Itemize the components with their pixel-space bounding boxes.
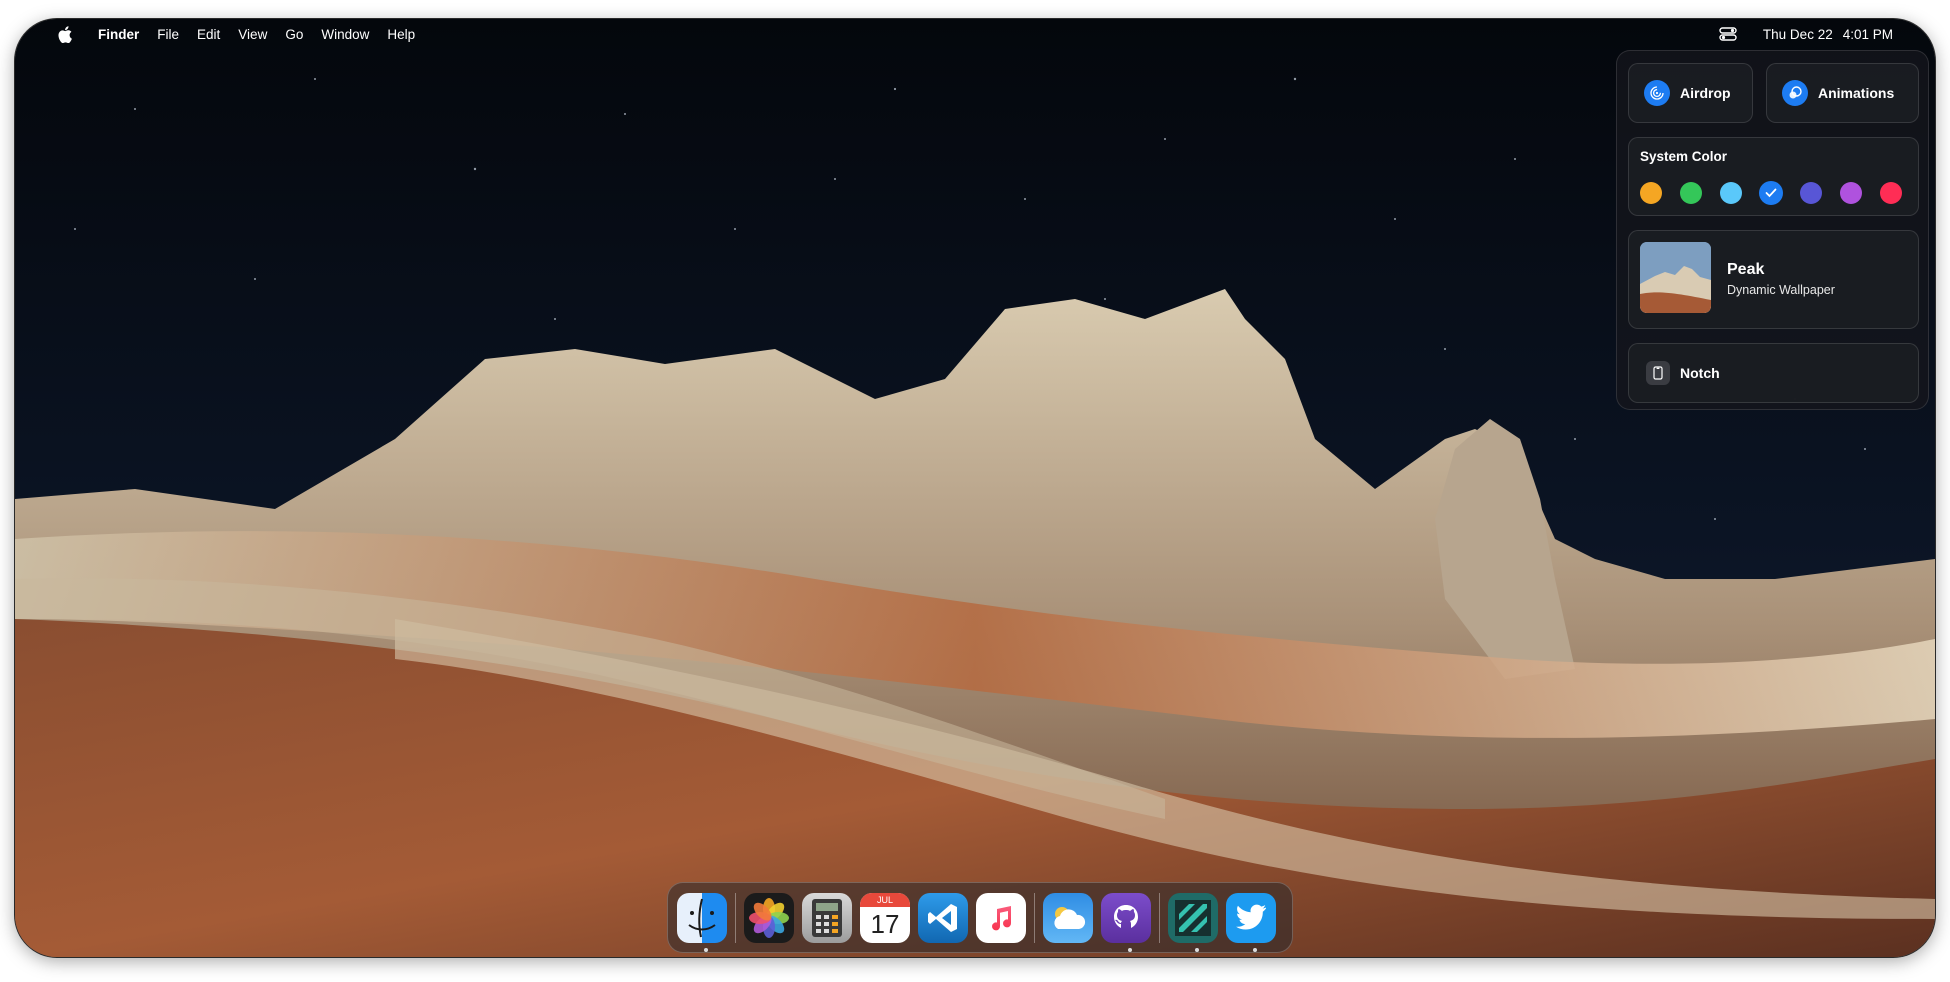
vscode-icon	[918, 892, 968, 943]
control-center-icon[interactable]	[1717, 25, 1739, 43]
github-icon	[1101, 892, 1151, 943]
airdrop-label: Airdrop	[1680, 85, 1731, 101]
music-icon	[976, 892, 1026, 943]
checkmark-icon	[1765, 188, 1777, 198]
finder-icon	[677, 892, 727, 943]
color-swatch-purple[interactable]	[1840, 182, 1862, 204]
wallpaper-tile[interactable]: Peak Dynamic Wallpaper	[1628, 230, 1919, 329]
color-swatch-indigo[interactable]	[1800, 182, 1822, 204]
menu-bar: Finder File Edit View Go Window Help Thu…	[15, 19, 1935, 49]
animations-tile[interactable]: Animations	[1766, 63, 1919, 123]
wallpaper-name: Peak	[1727, 261, 1765, 278]
dock-item-twitter[interactable]	[1226, 892, 1284, 952]
menu-window[interactable]: Window	[321, 27, 369, 42]
menubar-time[interactable]: 4:01 PM	[1843, 27, 1893, 42]
color-swatch-green[interactable]	[1680, 182, 1702, 204]
running-indicator	[1253, 947, 1257, 952]
weather-icon	[1043, 892, 1093, 943]
dock-item-music[interactable]	[976, 892, 1034, 943]
menu-go[interactable]: Go	[285, 27, 303, 42]
color-swatches	[1640, 182, 1902, 204]
running-indicator	[1128, 947, 1132, 952]
app-stripes-icon	[1168, 892, 1218, 943]
wallpaper-thumbnail	[1640, 242, 1711, 313]
desktop-screen: Finder File Edit View Go Window Help Thu…	[15, 19, 1935, 957]
twitter-icon	[1226, 892, 1276, 943]
notch-label: Notch	[1680, 365, 1720, 381]
menu-app-name[interactable]: Finder	[98, 27, 139, 42]
apple-icon[interactable]	[58, 25, 74, 43]
animations-label: Animations	[1818, 85, 1895, 101]
notch-tile[interactable]: Notch	[1628, 343, 1919, 403]
dock-item-app[interactable]	[1168, 892, 1226, 952]
running-indicator	[704, 947, 708, 952]
menubar-status-area: Thu Dec 22 4:01 PM	[1717, 19, 1893, 49]
dock-item-finder[interactable]	[677, 892, 735, 952]
dock-item-github[interactable]	[1101, 892, 1159, 952]
phone-icon	[1646, 361, 1670, 385]
calendar-month: JUL	[860, 892, 910, 907]
color-swatch-cyan[interactable]	[1720, 182, 1742, 204]
animations-icon	[1782, 80, 1808, 106]
calendar-icon: JUL 17	[860, 892, 910, 943]
menu-edit[interactable]: Edit	[197, 27, 220, 42]
menu-help[interactable]: Help	[387, 27, 415, 42]
menu-view[interactable]: View	[238, 27, 267, 42]
dock-separator	[1034, 892, 1035, 943]
calculator-icon	[802, 892, 852, 943]
dock-item-calendar[interactable]: JUL 17	[860, 892, 918, 943]
dock: JUL 17	[667, 882, 1293, 953]
system-color-title: System Color	[1640, 149, 1728, 164]
system-color-tile: System Color	[1628, 137, 1919, 216]
running-indicator	[1195, 947, 1199, 952]
dock-item-weather[interactable]	[1043, 892, 1101, 943]
photos-icon	[744, 892, 794, 943]
dock-item-calculator[interactable]	[802, 892, 860, 943]
menu-file[interactable]: File	[157, 27, 179, 42]
dock-item-vscode[interactable]	[918, 892, 976, 943]
calendar-day: 17	[870, 908, 900, 939]
dock-separator	[1159, 892, 1160, 943]
dock-item-photos[interactable]	[744, 892, 802, 943]
airdrop-tile[interactable]: Airdrop	[1628, 63, 1753, 123]
dock-separator	[735, 892, 736, 943]
color-swatch-orange[interactable]	[1640, 182, 1662, 204]
color-swatch-blue[interactable]	[1760, 182, 1782, 204]
control-center-panel: Airdrop Animations System Color Peak Dyn…	[1616, 50, 1929, 410]
airdrop-icon	[1644, 80, 1670, 106]
wallpaper-subtitle: Dynamic Wallpaper	[1727, 283, 1835, 297]
color-swatch-pink[interactable]	[1880, 182, 1902, 204]
menubar-date[interactable]: Thu Dec 22	[1763, 27, 1833, 42]
